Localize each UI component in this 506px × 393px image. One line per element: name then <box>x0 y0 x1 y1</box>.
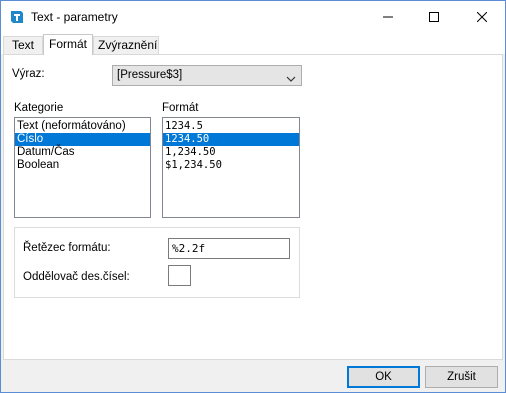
close-icon <box>477 11 487 22</box>
format-string-label: Řetězec formátu: <box>23 242 111 254</box>
close-button[interactable] <box>459 1 505 32</box>
minimize-icon <box>383 16 393 17</box>
list-item[interactable]: Boolean <box>15 159 150 172</box>
button-bar: OK Zrušit <box>1 360 505 392</box>
window-title: Text - parametry <box>31 10 118 24</box>
list-item-selected[interactable]: 1234.50 <box>163 133 299 146</box>
list-item[interactable]: Datum/Čas <box>15 146 150 159</box>
app-icon <box>9 9 25 25</box>
tab-text[interactable]: Text <box>3 36 43 54</box>
decimal-separator-input[interactable] <box>168 265 191 286</box>
list-item[interactable]: Text (neformátováno) <box>15 120 150 133</box>
maximize-button[interactable] <box>411 1 457 32</box>
ok-button[interactable]: OK <box>347 366 420 388</box>
list-item[interactable]: $1,234.50 <box>163 159 299 172</box>
format-options-group: Řetězec formátu: %2.2f Oddělovač des.čís… <box>14 227 300 298</box>
tab-panel-format: Výraz: [Pressure$3] Kategorie Formát Tex… <box>3 54 503 360</box>
chevron-down-icon <box>286 71 296 90</box>
tab-strip: Text Formát Zvýraznění <box>1 32 505 55</box>
tab-format[interactable]: Formát <box>43 34 93 55</box>
expression-select[interactable]: [Pressure$3] <box>112 65 302 86</box>
category-label: Kategorie <box>14 102 64 114</box>
list-item[interactable]: 1234.5 <box>163 120 299 133</box>
maximize-icon <box>429 11 439 22</box>
dialog-window: Text - parametry Text Formát Zvýraznění … <box>0 0 506 393</box>
format-label: Formát <box>162 102 199 114</box>
tab-highlight[interactable]: Zvýraznění <box>93 36 159 54</box>
title-bar[interactable]: Text - parametry <box>1 1 505 32</box>
expression-value: [Pressure$3] <box>117 69 183 81</box>
list-item[interactable]: 1,234.50 <box>163 146 299 159</box>
expression-label: Výraz: <box>12 68 45 80</box>
minimize-button[interactable] <box>365 1 411 32</box>
format-list[interactable]: 1234.5 1234.50 1,234.50 $1,234.50 <box>162 117 300 218</box>
list-item-selected[interactable]: Číslo <box>15 133 150 146</box>
format-string-input[interactable]: %2.2f <box>168 238 290 259</box>
cancel-button[interactable]: Zrušit <box>425 366 498 388</box>
category-list[interactable]: Text (neformátováno) Číslo Datum/Čas Boo… <box>14 117 151 218</box>
decimal-separator-label: Oddělovač des.čísel: <box>23 271 130 283</box>
